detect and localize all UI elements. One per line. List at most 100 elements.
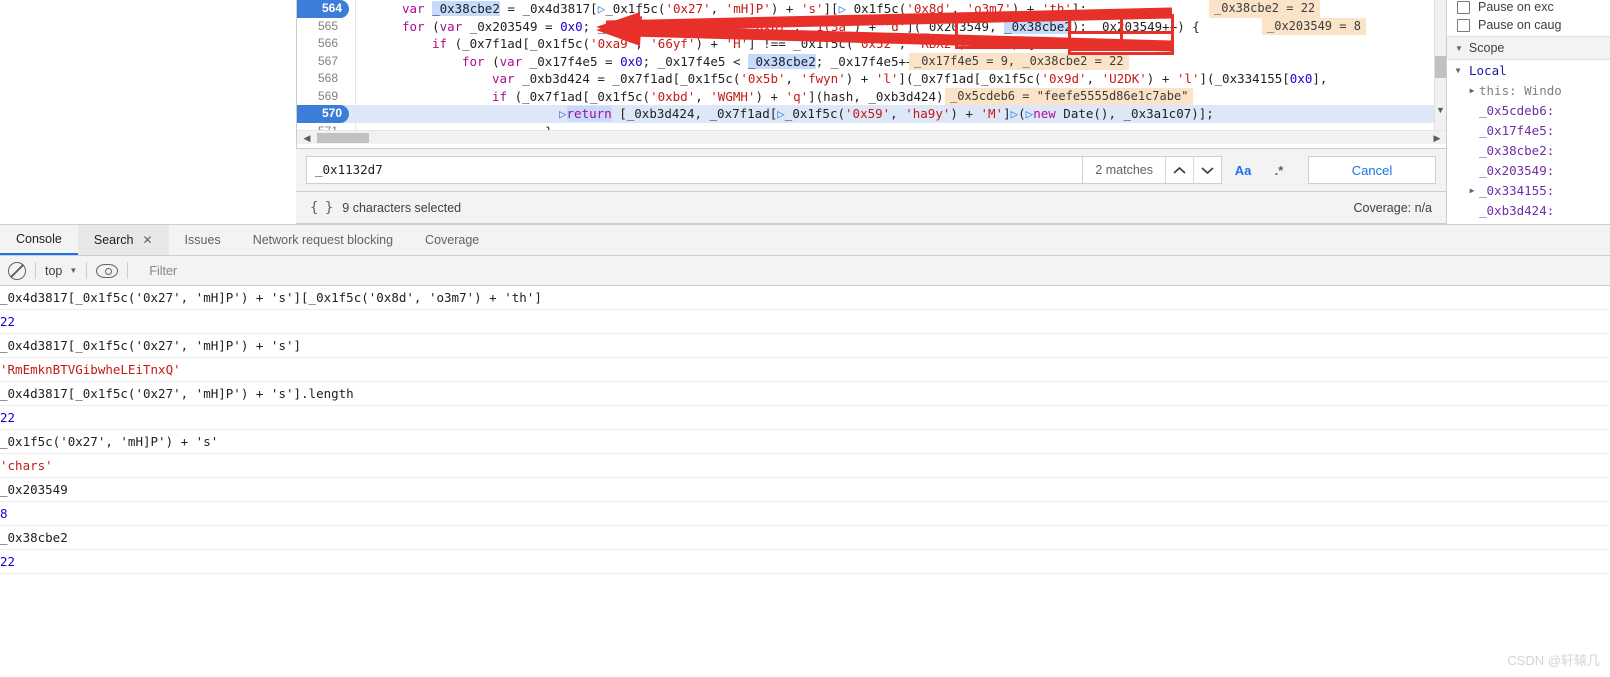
tab-label: Network request blocking [252,233,394,247]
line-number[interactable]: 565 [297,18,345,36]
console-output[interactable]: _0x4d3817[_0x1f5c('0x27', 'mH]P') + 's']… [0,286,1610,676]
console-result-row[interactable]: 22 [0,310,1610,334]
console-input-row[interactable]: _0x38cbe2 [0,526,1610,550]
chevron-down-icon: ▼ [1455,43,1463,53]
devtools-window: 564 var _0x38cbe2 = _0x4d3817[▷_0x1f5c('… [0,0,1610,677]
code-line[interactable]: 571 } [297,122,1447,131]
line-number[interactable]: 568 [297,70,345,88]
console-input-row[interactable]: _0x4d3817[_0x1f5c('0x27', 'mH]P') + 's']… [0,382,1610,406]
code-text: var _0x38cbe2 = _0x4d3817[▷_0x1f5c('0x27… [402,1,1087,16]
tab-coverage[interactable]: Coverage [409,225,495,255]
console-context-label: top [45,263,63,278]
find-next-button[interactable] [1193,157,1221,183]
scope-item-label: _0x5cdeb6: [1479,102,1555,118]
pause-on-caught-label: Pause on caug [1478,18,1562,32]
console-result-row[interactable]: 22 [0,406,1610,430]
scope-section-header[interactable]: ▼ Scope [1447,36,1610,60]
console-result-row[interactable]: 'chars' [0,454,1610,478]
scope-item-variable[interactable]: _0x38cbe2: [1447,140,1610,160]
editor-vertical-scroll-thumb[interactable] [1435,56,1446,78]
code-line[interactable]: 565 for (var _0x203549 = 0x0; _0x203549 … [297,17,1447,36]
line-number[interactable]: 571 [297,123,345,131]
console-filter-input[interactable] [147,259,1602,282]
pause-on-caught-checkbox[interactable] [1457,18,1470,32]
console-result-row[interactable]: 'RmEmknBTVGibwheLEiTnxQ' [0,358,1610,382]
coverage-status-text: Coverage: n/a [1353,200,1432,215]
code-line[interactable]: 564 var _0x38cbe2 = _0x4d3817[▷_0x1f5c('… [297,0,1447,18]
console-result-row[interactable]: 22 [0,550,1610,574]
pause-on-caught-row[interactable]: Pause on caug [1447,14,1610,36]
scope-item-variable[interactable]: _0x203549: [1447,160,1610,180]
chevron-up-icon [1173,166,1186,174]
code-line[interactable]: 569 if (_0x7f1ad[_0x1f5c('0xbd', 'WGMH')… [297,87,1447,106]
gutter-divider [355,105,356,123]
tab-search[interactable]: Search ✕ [77,225,169,255]
inline-value-hint: _0x38cbe2 = 22 [1209,0,1321,18]
tab-label: Issues [184,233,221,247]
scope-item-label: _0x38cbe2: [1479,142,1555,158]
console-input-row[interactable]: _0x203549 [0,478,1610,502]
scope-item-variable[interactable]: ▶ _0x334155: [1447,180,1610,200]
line-number[interactable]: 570 [297,105,349,123]
scroll-down-arrow-icon[interactable]: ▼ [1435,104,1446,116]
tab-network-request-blocking[interactable]: Network request blocking [237,225,409,255]
line-number[interactable]: 564 [297,0,349,18]
devtools-drawer: Console Search ✕ Issues Network request … [0,224,1610,677]
scope-item-local[interactable]: ▼ Local [1447,60,1610,80]
find-previous-button[interactable] [1165,157,1193,183]
debugger-sidebar: Pause on exc Pause on caug ▼ Scope ▼ Loc… [1446,0,1610,224]
console-context-selector[interactable]: top ▼ [45,264,77,278]
chevron-down-icon[interactable]: ▼ [1451,66,1465,75]
selection-status-text: 9 characters selected [342,200,462,215]
chevron-right-icon[interactable]: ▶ [1465,86,1479,95]
find-input[interactable]: _0x1132d7 [306,156,1084,184]
chevron-down-icon [1201,166,1214,174]
tab-label: Search [93,233,134,247]
console-input-row[interactable]: _0x1f5c('0x27', 'mH]P') + 's' [0,430,1610,454]
scope-item-variable[interactable]: _0x17f4e5: [1447,120,1610,140]
gutter-divider [355,17,356,35]
scope-item-variable[interactable]: _0x5cdeb6: [1447,100,1610,120]
inline-value-hint: _0x203549 = 8 [1262,17,1366,35]
code-line[interactable]: 570 ▷return [_0xb3d424, _0x7f1ad[▷_0x1f5… [297,105,1447,123]
editor-horizontal-scroll-thumb[interactable] [317,133,369,143]
console-toolbar: top ▼ [0,256,1610,286]
regex-button[interactable]: .* [1264,156,1294,184]
gutter-divider [355,122,356,130]
line-number[interactable]: 567 [297,53,345,71]
code-text: for (var _0x17f4e5 = 0x0; _0x17f4e5 < _0… [462,53,937,69]
pause-on-exceptions-checkbox[interactable] [1457,0,1470,14]
chevron-right-icon[interactable]: ▶ [1465,186,1479,195]
scope-item-label: _0xb3d424: [1479,202,1555,218]
live-expression-icon[interactable] [96,263,119,278]
console-input-row[interactable]: _0x4d3817[_0x1f5c('0x27', 'mH]P') + 's']… [0,286,1610,310]
code-line[interactable]: 566 if (_0x7f1ad[_0x1f5c('0xa9', '66yf')… [297,35,1447,53]
pretty-print-icon[interactable]: { } [310,200,333,216]
line-number[interactable]: 566 [297,35,345,53]
tab-console[interactable]: Console [0,225,78,255]
toolbar-divider [127,262,129,279]
clear-console-icon[interactable] [8,261,26,280]
scroll-right-arrow-icon[interactable]: ▶ [1430,131,1444,145]
editor-status-bar: { } 9 characters selected Coverage: n/a [296,192,1446,224]
scope-item-label: _0x17f4e5: [1479,122,1555,138]
pause-on-exceptions-row[interactable]: Pause on exc [1447,0,1610,14]
tab-issues[interactable]: Issues [169,225,237,255]
close-icon[interactable]: ✕ [142,233,152,247]
code-line[interactable]: 568 var _0xb3d424 = _0x7f1ad[_0x1f5c('0x… [297,70,1447,88]
code-text: for (var _0x203549 = 0x0; _0x203549 < _0… [402,18,1200,34]
console-input-row[interactable]: _0x4d3817[_0x1f5c('0x27', 'mH]P') + 's'] [0,334,1610,358]
scroll-left-arrow-icon[interactable]: ◀ [300,131,314,145]
chevron-down-icon: ▼ [69,266,78,275]
code-line[interactable]: 567 for (var _0x17f4e5 = 0x0; _0x17f4e5 … [297,52,1447,71]
find-cancel-button[interactable]: Cancel [1308,156,1436,184]
code-scroll-area[interactable]: 564 var _0x38cbe2 = _0x4d3817[▷_0x1f5c('… [297,0,1447,130]
scope-item-this[interactable]: ▶ this: Windo [1447,80,1610,100]
console-result-row[interactable]: 8 [0,502,1610,526]
editor-horizontal-scrollbar[interactable]: ◀ ▶ [297,130,1447,144]
line-number[interactable]: 569 [297,88,345,106]
scope-item-variable[interactable]: _0xb3d424: [1447,200,1610,220]
match-case-button[interactable]: Aa [1228,156,1258,184]
gutter-divider [355,52,356,70]
gutter-divider [355,87,356,105]
